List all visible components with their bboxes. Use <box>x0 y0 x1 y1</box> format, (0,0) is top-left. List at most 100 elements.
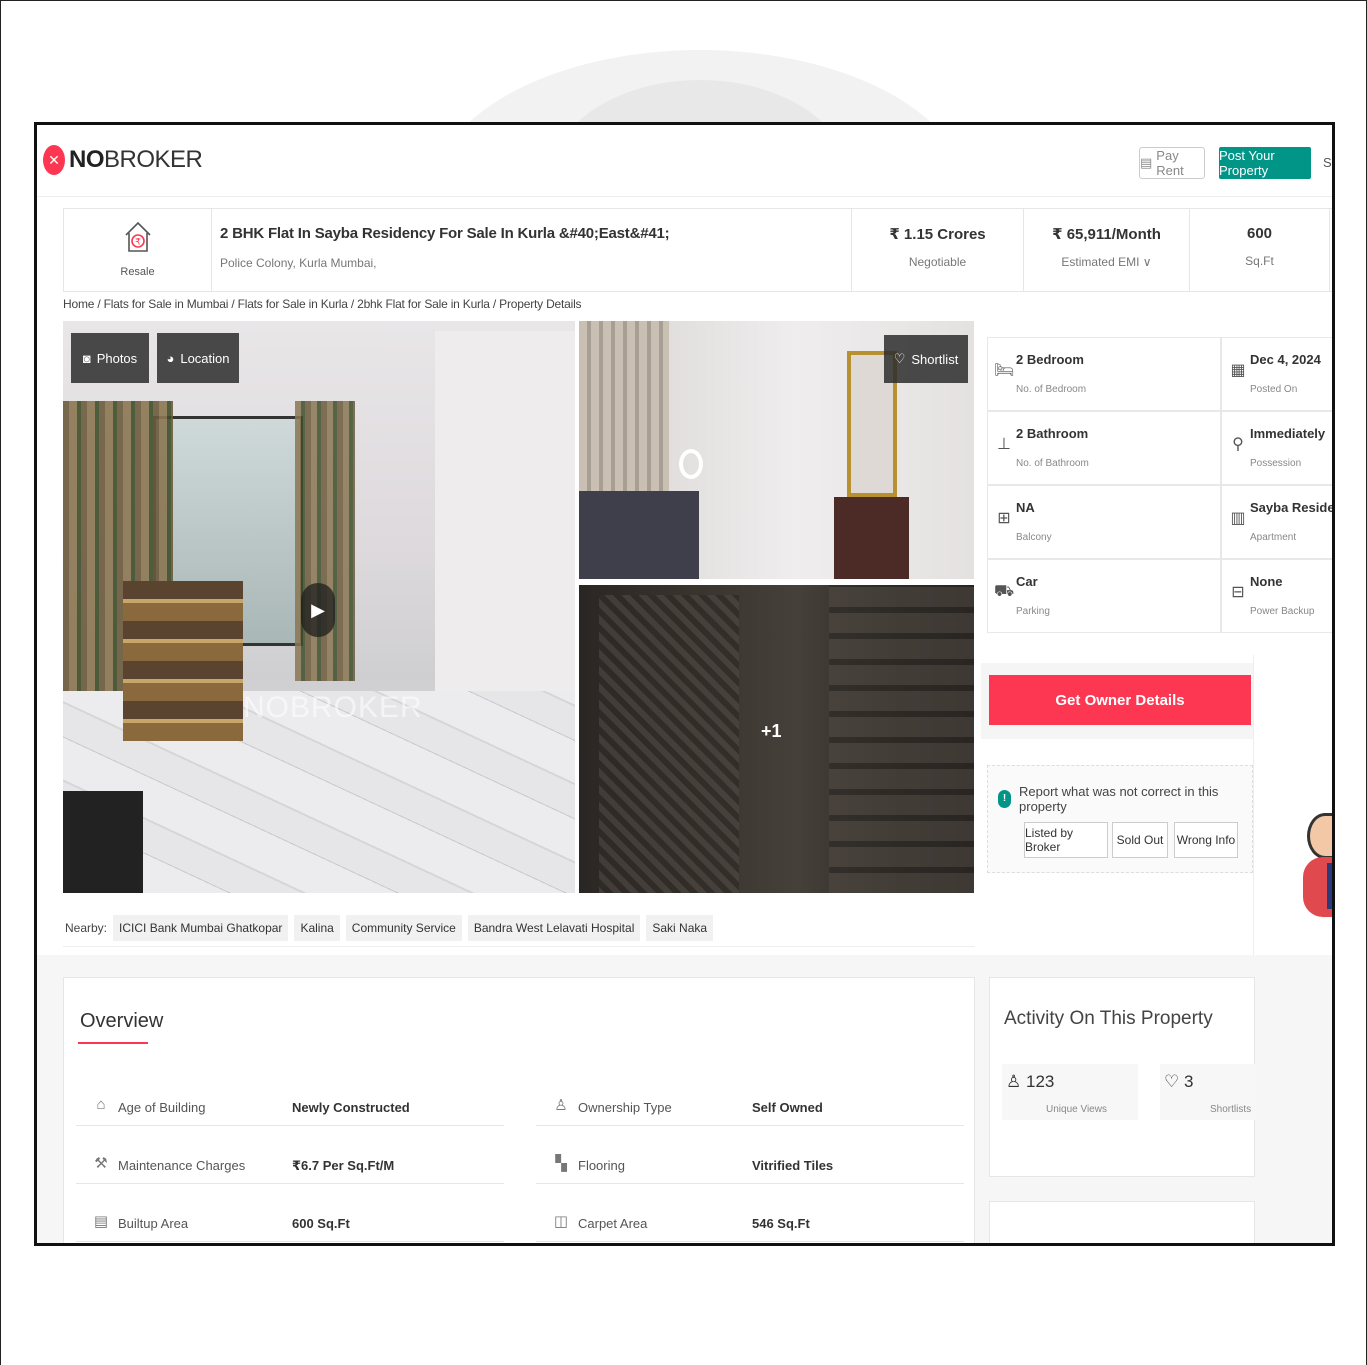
browser-screen: ✕ NOBROKER ▤ Pay Rent Post Your Property… <box>34 122 1335 1246</box>
shortlist-label: Shortlist <box>911 351 959 367</box>
overview-row: ◫ Carpet Area 546 Sq.Ft <box>536 1196 964 1242</box>
next-card <box>989 1201 1255 1243</box>
spec-balcony: ⊞ NA Balcony <box>987 485 1221 559</box>
activity-card: Activity On This Property ♙ 123 Unique V… <box>989 977 1256 1177</box>
calendar-icon: ▦ <box>1230 362 1246 379</box>
listing-type-label: Resale <box>120 266 155 278</box>
building-age-icon: ⌂ <box>96 1096 106 1113</box>
unique-views-box: ♙ 123 Unique Views <box>1002 1064 1138 1120</box>
shortlists-count: ♡ 3 <box>1164 1072 1194 1091</box>
property-location: Police Colony, Kurla Mumbai, <box>220 256 377 270</box>
spec-possession: ⚲ Immediately Possession <box>1221 411 1332 485</box>
logo-text: NOBROKER <box>69 146 203 173</box>
car-icon: ⛟ <box>994 583 1015 600</box>
price-note: Negotiable <box>908 255 967 269</box>
activity-title: Activity On This Property <box>1004 1008 1213 1029</box>
report-title: ! Report what was not correct in this pr… <box>998 784 1252 814</box>
location-label: Location <box>180 350 230 366</box>
carpet-icon: ◫ <box>553 1213 569 1230</box>
overview-row: ⌂ Age of Building Newly Constructed <box>76 1080 504 1126</box>
spec-apartment: ▥Sayba ResidencyApartment <box>1221 485 1332 559</box>
bath-icon: ⊥ <box>997 436 1011 453</box>
report-box: ! Report what was not correct in this pr… <box>987 765 1253 873</box>
top-navigation: ✕ NOBROKER ▤ Pay Rent Post Your Property… <box>37 125 1332 197</box>
overview-row: ▚ Flooring Vitrified Tiles <box>536 1138 964 1184</box>
overview-row: ⚒ Maintenance Charges ₹6.7 Per Sq.Ft/M <box>76 1138 504 1184</box>
area-value: 600 <box>1246 225 1273 242</box>
price-value: ₹ 1.15 Crores <box>889 226 986 243</box>
battery-icon: ⊟ <box>1231 584 1245 601</box>
balcony-icon: ⊞ <box>997 510 1011 527</box>
logo-icon: ✕ <box>43 145 65 175</box>
location-button[interactable]: ◕ Location <box>157 333 239 383</box>
user-icon: ♙ <box>1006 1072 1022 1091</box>
overview-title: Overview <box>80 1010 164 1032</box>
main-photo[interactable]: NOBROKER ▶ ◙ Photos ◕ Location <box>63 321 575 893</box>
ownership-icon: ♙ <box>554 1097 568 1114</box>
shortlists-box: ♡ 3 Shortlists <box>1160 1064 1256 1120</box>
overview-row: ♙ Ownership Type Self Owned <box>536 1080 964 1126</box>
nearby-place[interactable]: Bandra West Lelavati Hospital <box>467 914 641 941</box>
report-title-text: Report what was not correct in this prop… <box>1019 784 1219 814</box>
nearby-place[interactable]: ICICI Bank Mumbai Ghatkopar <box>113 914 289 941</box>
support-agent-icon[interactable] <box>1303 813 1332 917</box>
spec-posted: ▦ Dec 4, 2024 Posted On <box>1221 337 1332 411</box>
property-specs: 🛏 2 Bedroom No. of Bedroom ▦ Dec 4, 2024 Pos… <box>987 337 1332 637</box>
builtup-icon: ▤ <box>93 1213 109 1230</box>
property-summary: ₹ Resale 2 BHK Flat In Sayba Residency F… <box>63 208 1332 292</box>
report-listed-by-broker[interactable]: Listed by Broker <box>1024 822 1108 858</box>
emi-value: ₹ 65,911/Month <box>1052 226 1161 243</box>
background-globe <box>430 40 970 130</box>
play-video-icon[interactable]: ▶ <box>301 583 335 637</box>
sign-up-link[interactable]: Si <box>1323 155 1332 170</box>
house-rupee-icon: ₹ <box>124 221 151 252</box>
info-icon: ! <box>998 790 1012 808</box>
photos-label: Photos <box>96 350 138 366</box>
nobroker-logo[interactable]: ✕ NOBROKER <box>43 145 203 175</box>
compass-icon: ◕ <box>166 350 175 366</box>
property-title: 2 BHK Flat In Sayba Residency For Sale I… <box>220 225 670 242</box>
overview-underline <box>78 1042 148 1044</box>
overview-card: Overview ⌂ Age of Building Newly Construc… <box>63 977 975 1243</box>
key-icon: ⚲ <box>1232 436 1244 453</box>
area-block: 600 Sq.Ft <box>1190 209 1330 291</box>
photo-gallery: NOBROKER ▶ ◙ Photos ◕ Location ♡ Shortli… <box>63 321 974 893</box>
bedroom-photo[interactable]: ♡ Shortlist <box>579 321 974 579</box>
pay-rent-button[interactable]: ▤ Pay Rent <box>1139 147 1205 179</box>
get-owner-details-button[interactable]: Get Owner Details <box>989 675 1251 725</box>
nearby-place[interactable]: Community Service <box>345 914 462 941</box>
photos-button[interactable]: ◙ Photos <box>71 333 149 383</box>
emi-dropdown[interactable]: Estimated EMI ∨ <box>1024 255 1189 269</box>
nearby-label: Nearby: <box>65 920 108 935</box>
breadcrumb[interactable]: Home / Flats for Sale in Mumbai / Flats … <box>63 297 582 311</box>
post-property-button[interactable]: Post Your Property <box>1219 147 1311 179</box>
emi-block[interactable]: ₹ 65,911/Month Estimated EMI ∨ <box>1024 209 1190 291</box>
report-wrong-info[interactable]: Wrong Info <box>1174 822 1238 858</box>
shortlists-label: Shortlists <box>1210 1104 1252 1115</box>
heart-icon: ♡ <box>893 351 906 366</box>
listing-type: ₹ Resale <box>64 209 212 291</box>
heart-icon: ♡ <box>1164 1072 1180 1091</box>
svg-text:₹: ₹ <box>135 238 141 248</box>
spec-parking: ⛟ Car Parking <box>987 559 1221 633</box>
maintenance-icon: ⚒ <box>94 1155 108 1172</box>
more-photos-count[interactable]: +1 <box>761 721 782 742</box>
shortlist-button[interactable]: ♡ Shortlist <box>884 335 968 383</box>
flooring-icon: ▚ <box>555 1155 567 1172</box>
price-block: ₹ 1.15 Crores Negotiable <box>852 209 1024 291</box>
wallet-icon: ▤ <box>1140 155 1153 170</box>
overview-row: ▤ Builtup Area 600 Sq.Ft <box>76 1196 504 1242</box>
area-unit: Sq.Ft <box>1245 254 1274 268</box>
spec-bathroom: ⊥ 2 Bathroom No. of Bathroom <box>987 411 1221 485</box>
watermark: NOBROKER <box>243 691 423 724</box>
report-sold-out[interactable]: Sold Out <box>1112 822 1168 858</box>
nearby-place[interactable]: Saki Naka <box>646 914 714 941</box>
pay-rent-label: Pay Rent <box>1156 148 1184 178</box>
camera-icon: ◙ <box>82 350 91 366</box>
spec-bedroom: 🛏 2 Bedroom No. of Bedroom <box>987 337 1221 411</box>
views-count: ♙ 123 <box>1006 1072 1055 1091</box>
title-block: 2 BHK Flat In Sayba Residency For Sale I… <box>212 209 852 291</box>
exterior-photo[interactable]: +1 <box>579 585 974 893</box>
owner-cta-box: Get Owner Details <box>981 663 1259 739</box>
nearby-place[interactable]: Kalina <box>294 914 340 941</box>
